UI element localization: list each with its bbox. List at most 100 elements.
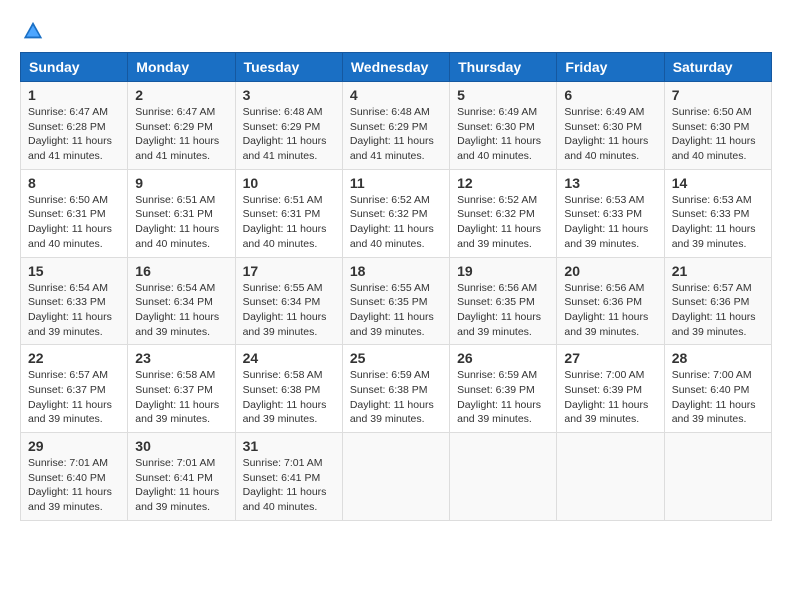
header-monday: Monday (128, 53, 235, 82)
header-wednesday: Wednesday (342, 53, 449, 82)
calendar-cell: 17 Sunrise: 6:55 AM Sunset: 6:34 PM Dayl… (235, 257, 342, 345)
header-thursday: Thursday (450, 53, 557, 82)
day-number: 5 (457, 87, 549, 103)
calendar-week-2: 8 Sunrise: 6:50 AM Sunset: 6:31 PM Dayli… (21, 169, 772, 257)
header-saturday: Saturday (664, 53, 771, 82)
day-info: Sunrise: 7:00 AM Sunset: 6:39 PM Dayligh… (564, 368, 656, 427)
calendar-cell: 29 Sunrise: 7:01 AM Sunset: 6:40 PM Dayl… (21, 433, 128, 521)
calendar-week-5: 29 Sunrise: 7:01 AM Sunset: 6:40 PM Dayl… (21, 433, 772, 521)
calendar-cell (557, 433, 664, 521)
day-info: Sunrise: 6:49 AM Sunset: 6:30 PM Dayligh… (457, 105, 549, 164)
day-info: Sunrise: 6:55 AM Sunset: 6:34 PM Dayligh… (243, 281, 335, 340)
day-info: Sunrise: 6:58 AM Sunset: 6:37 PM Dayligh… (135, 368, 227, 427)
calendar-cell: 11 Sunrise: 6:52 AM Sunset: 6:32 PM Dayl… (342, 169, 449, 257)
calendar-cell: 25 Sunrise: 6:59 AM Sunset: 6:38 PM Dayl… (342, 345, 449, 433)
day-info: Sunrise: 7:01 AM Sunset: 6:40 PM Dayligh… (28, 456, 120, 515)
day-number: 6 (564, 87, 656, 103)
day-number: 21 (672, 263, 764, 279)
day-info: Sunrise: 6:58 AM Sunset: 6:38 PM Dayligh… (243, 368, 335, 427)
day-number: 15 (28, 263, 120, 279)
calendar-cell: 14 Sunrise: 6:53 AM Sunset: 6:33 PM Dayl… (664, 169, 771, 257)
calendar-header-row: SundayMondayTuesdayWednesdayThursdayFrid… (21, 53, 772, 82)
header-friday: Friday (557, 53, 664, 82)
day-number: 22 (28, 350, 120, 366)
calendar-cell: 18 Sunrise: 6:55 AM Sunset: 6:35 PM Dayl… (342, 257, 449, 345)
logo-icon (22, 20, 44, 42)
calendar-cell: 10 Sunrise: 6:51 AM Sunset: 6:31 PM Dayl… (235, 169, 342, 257)
day-number: 10 (243, 175, 335, 191)
day-number: 11 (350, 175, 442, 191)
calendar-cell: 3 Sunrise: 6:48 AM Sunset: 6:29 PM Dayli… (235, 82, 342, 170)
calendar-cell: 5 Sunrise: 6:49 AM Sunset: 6:30 PM Dayli… (450, 82, 557, 170)
calendar-cell: 30 Sunrise: 7:01 AM Sunset: 6:41 PM Dayl… (128, 433, 235, 521)
calendar-cell: 12 Sunrise: 6:52 AM Sunset: 6:32 PM Dayl… (450, 169, 557, 257)
calendar-cell: 16 Sunrise: 6:54 AM Sunset: 6:34 PM Dayl… (128, 257, 235, 345)
calendar-cell: 13 Sunrise: 6:53 AM Sunset: 6:33 PM Dayl… (557, 169, 664, 257)
day-number: 1 (28, 87, 120, 103)
calendar-cell: 1 Sunrise: 6:47 AM Sunset: 6:28 PM Dayli… (21, 82, 128, 170)
day-info: Sunrise: 6:57 AM Sunset: 6:36 PM Dayligh… (672, 281, 764, 340)
day-number: 9 (135, 175, 227, 191)
day-number: 23 (135, 350, 227, 366)
calendar-cell: 21 Sunrise: 6:57 AM Sunset: 6:36 PM Dayl… (664, 257, 771, 345)
day-info: Sunrise: 6:48 AM Sunset: 6:29 PM Dayligh… (243, 105, 335, 164)
calendar-cell: 6 Sunrise: 6:49 AM Sunset: 6:30 PM Dayli… (557, 82, 664, 170)
day-info: Sunrise: 6:47 AM Sunset: 6:29 PM Dayligh… (135, 105, 227, 164)
day-number: 30 (135, 438, 227, 454)
day-number: 3 (243, 87, 335, 103)
calendar-cell: 23 Sunrise: 6:58 AM Sunset: 6:37 PM Dayl… (128, 345, 235, 433)
calendar-cell: 9 Sunrise: 6:51 AM Sunset: 6:31 PM Dayli… (128, 169, 235, 257)
day-info: Sunrise: 6:49 AM Sunset: 6:30 PM Dayligh… (564, 105, 656, 164)
page-header (20, 20, 772, 42)
calendar-cell: 20 Sunrise: 6:56 AM Sunset: 6:36 PM Dayl… (557, 257, 664, 345)
calendar-week-4: 22 Sunrise: 6:57 AM Sunset: 6:37 PM Dayl… (21, 345, 772, 433)
day-number: 4 (350, 87, 442, 103)
day-number: 14 (672, 175, 764, 191)
day-number: 13 (564, 175, 656, 191)
calendar-cell: 15 Sunrise: 6:54 AM Sunset: 6:33 PM Dayl… (21, 257, 128, 345)
header-tuesday: Tuesday (235, 53, 342, 82)
calendar-cell: 2 Sunrise: 6:47 AM Sunset: 6:29 PM Dayli… (128, 82, 235, 170)
calendar-cell: 8 Sunrise: 6:50 AM Sunset: 6:31 PM Dayli… (21, 169, 128, 257)
day-number: 31 (243, 438, 335, 454)
day-info: Sunrise: 6:51 AM Sunset: 6:31 PM Dayligh… (243, 193, 335, 252)
day-info: Sunrise: 6:59 AM Sunset: 6:38 PM Dayligh… (350, 368, 442, 427)
day-info: Sunrise: 6:51 AM Sunset: 6:31 PM Dayligh… (135, 193, 227, 252)
day-number: 16 (135, 263, 227, 279)
calendar-cell (342, 433, 449, 521)
calendar-cell: 19 Sunrise: 6:56 AM Sunset: 6:35 PM Dayl… (450, 257, 557, 345)
day-number: 27 (564, 350, 656, 366)
day-number: 8 (28, 175, 120, 191)
day-info: Sunrise: 6:50 AM Sunset: 6:31 PM Dayligh… (28, 193, 120, 252)
day-info: Sunrise: 6:56 AM Sunset: 6:35 PM Dayligh… (457, 281, 549, 340)
day-number: 7 (672, 87, 764, 103)
day-info: Sunrise: 6:50 AM Sunset: 6:30 PM Dayligh… (672, 105, 764, 164)
day-info: Sunrise: 6:52 AM Sunset: 6:32 PM Dayligh… (457, 193, 549, 252)
day-number: 12 (457, 175, 549, 191)
day-info: Sunrise: 6:53 AM Sunset: 6:33 PM Dayligh… (672, 193, 764, 252)
day-info: Sunrise: 6:53 AM Sunset: 6:33 PM Dayligh… (564, 193, 656, 252)
calendar-week-1: 1 Sunrise: 6:47 AM Sunset: 6:28 PM Dayli… (21, 82, 772, 170)
calendar-cell: 4 Sunrise: 6:48 AM Sunset: 6:29 PM Dayli… (342, 82, 449, 170)
logo (20, 20, 44, 42)
day-info: Sunrise: 7:01 AM Sunset: 6:41 PM Dayligh… (135, 456, 227, 515)
day-info: Sunrise: 7:01 AM Sunset: 6:41 PM Dayligh… (243, 456, 335, 515)
day-info: Sunrise: 6:52 AM Sunset: 6:32 PM Dayligh… (350, 193, 442, 252)
calendar-cell: 27 Sunrise: 7:00 AM Sunset: 6:39 PM Dayl… (557, 345, 664, 433)
day-number: 18 (350, 263, 442, 279)
day-number: 20 (564, 263, 656, 279)
calendar-cell: 7 Sunrise: 6:50 AM Sunset: 6:30 PM Dayli… (664, 82, 771, 170)
day-number: 2 (135, 87, 227, 103)
calendar-week-3: 15 Sunrise: 6:54 AM Sunset: 6:33 PM Dayl… (21, 257, 772, 345)
day-number: 25 (350, 350, 442, 366)
day-info: Sunrise: 6:59 AM Sunset: 6:39 PM Dayligh… (457, 368, 549, 427)
day-number: 24 (243, 350, 335, 366)
day-number: 29 (28, 438, 120, 454)
calendar-table: SundayMondayTuesdayWednesdayThursdayFrid… (20, 52, 772, 521)
day-number: 19 (457, 263, 549, 279)
day-info: Sunrise: 7:00 AM Sunset: 6:40 PM Dayligh… (672, 368, 764, 427)
calendar-cell (664, 433, 771, 521)
calendar-cell: 22 Sunrise: 6:57 AM Sunset: 6:37 PM Dayl… (21, 345, 128, 433)
day-info: Sunrise: 6:47 AM Sunset: 6:28 PM Dayligh… (28, 105, 120, 164)
day-number: 28 (672, 350, 764, 366)
